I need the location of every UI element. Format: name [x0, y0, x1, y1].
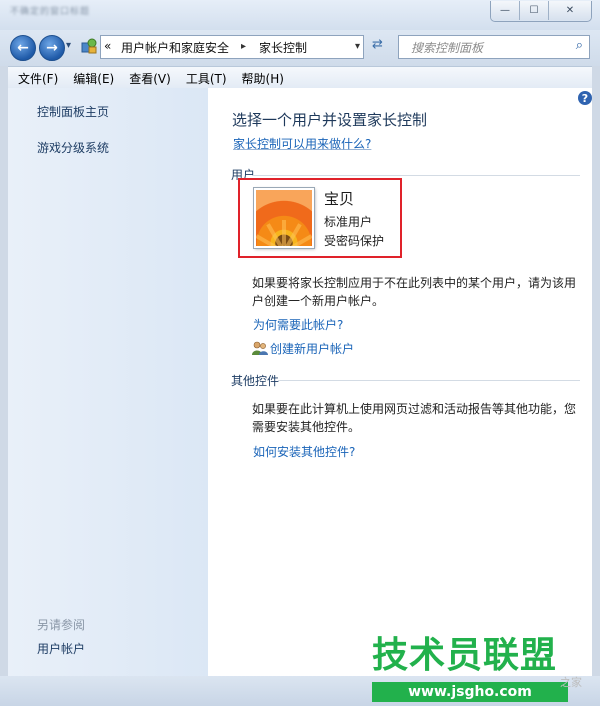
forward-button[interactable]: → [39, 35, 65, 61]
user-password-status: 受密码保护 [324, 234, 385, 248]
help-icon: ? [581, 91, 589, 105]
close-button[interactable]: ✕ [549, 1, 591, 20]
refresh-icon[interactable]: ⇄ [372, 37, 383, 52]
control-panel-icon [81, 38, 97, 54]
minimize-button[interactable]: — [491, 1, 520, 20]
maximize-button[interactable]: ☐ [520, 1, 549, 20]
back-arrow-icon: ← [17, 40, 29, 56]
task-pane: 控制面板主页 游戏分级系统 另请参阅 用户帐户 [8, 88, 208, 676]
address-bar[interactable]: « 用户帐户和家庭安全 ▸ 家长控制 ▾ [100, 35, 364, 59]
user-avatar [254, 188, 314, 248]
breadcrumb-parental-controls[interactable]: 家长控制 [259, 39, 307, 56]
help-button[interactable]: ? [578, 91, 592, 105]
search-icon[interactable]: ⌕ [576, 38, 583, 53]
content-pane: ? 选择一个用户并设置家长控制 家长控制可以用来做什么? 用户 宝贝 标准用户 … [208, 88, 592, 676]
user-accounts-link[interactable]: 用户帐户 [37, 640, 85, 657]
menu-view[interactable]: 查看(V) [119, 67, 176, 88]
breadcrumb-separator-icon[interactable]: ▸ [241, 41, 246, 52]
section-divider [278, 380, 580, 381]
see-also-heading: 另请参阅 [37, 618, 86, 632]
user-name: 宝贝 [324, 190, 355, 208]
watermark-ghost-text: 之家 [560, 676, 582, 689]
page-title: 选择一个用户并设置家长控制 [232, 111, 428, 129]
menu-tools[interactable]: 工具(T) [176, 67, 232, 88]
watermark-url: www.jsgho.com [372, 682, 568, 702]
other-controls-description: 如果要在此计算机上使用网页过滤和活动报告等其他功能，您需要安装其他控件。 [252, 402, 577, 434]
breadcrumb-overflow[interactable]: « [104, 39, 111, 53]
address-history-dropdown-icon[interactable]: ▾ [355, 41, 360, 52]
menu-file[interactable]: 文件(F) [8, 67, 63, 88]
breadcrumb-user-accounts-family-safety[interactable]: 用户帐户和家庭安全 [121, 39, 229, 56]
users-icon [252, 341, 268, 355]
user-account-type: 标准用户 [324, 215, 373, 229]
search-box[interactable]: 搜索控制面板 ⌕ [398, 35, 590, 59]
how-to-install-other-controls-link[interactable]: 如何安装其他控件? [253, 443, 355, 460]
window-title: 不确定的窗口标题 [10, 7, 91, 17]
site-watermark: 技术员联盟 www.jsgho.com 之家 [372, 636, 594, 702]
forward-arrow-icon: → [46, 40, 58, 56]
search-placeholder: 搜索控制面板 [411, 41, 484, 55]
watermark-title: 技术员联盟 [372, 635, 558, 676]
other-controls-section-heading: 其他控件 [231, 374, 280, 388]
create-account-description: 如果要将家长控制应用于不在此列表中的某个用户，请为该用户创建一个新用户帐户。 [252, 276, 577, 308]
window-controls: — ☐ ✕ [490, 1, 592, 22]
game-ratings-link[interactable]: 游戏分级系统 [37, 139, 109, 156]
section-divider [252, 175, 580, 176]
back-button[interactable]: ← [10, 35, 36, 61]
menu-bar: 文件(F) 编辑(E) 查看(V) 工具(T) 帮助(H) [8, 66, 592, 89]
menu-edit[interactable]: 编辑(E) [63, 67, 119, 88]
menu-help[interactable]: 帮助(H) [232, 67, 289, 88]
user-tile-baobei[interactable]: 宝贝 标准用户 受密码保护 [238, 178, 402, 258]
create-new-user-account-link[interactable]: 创建新用户帐户 [270, 340, 354, 357]
control-panel-home-link[interactable]: 控制面板主页 [37, 103, 109, 120]
recent-pages-dropdown-icon[interactable]: ▾ [66, 40, 71, 51]
what-can-parental-controls-do-link[interactable]: 家长控制可以用来做什么? [233, 135, 371, 152]
why-need-account-link[interactable]: 为何需要此帐户? [253, 316, 343, 333]
